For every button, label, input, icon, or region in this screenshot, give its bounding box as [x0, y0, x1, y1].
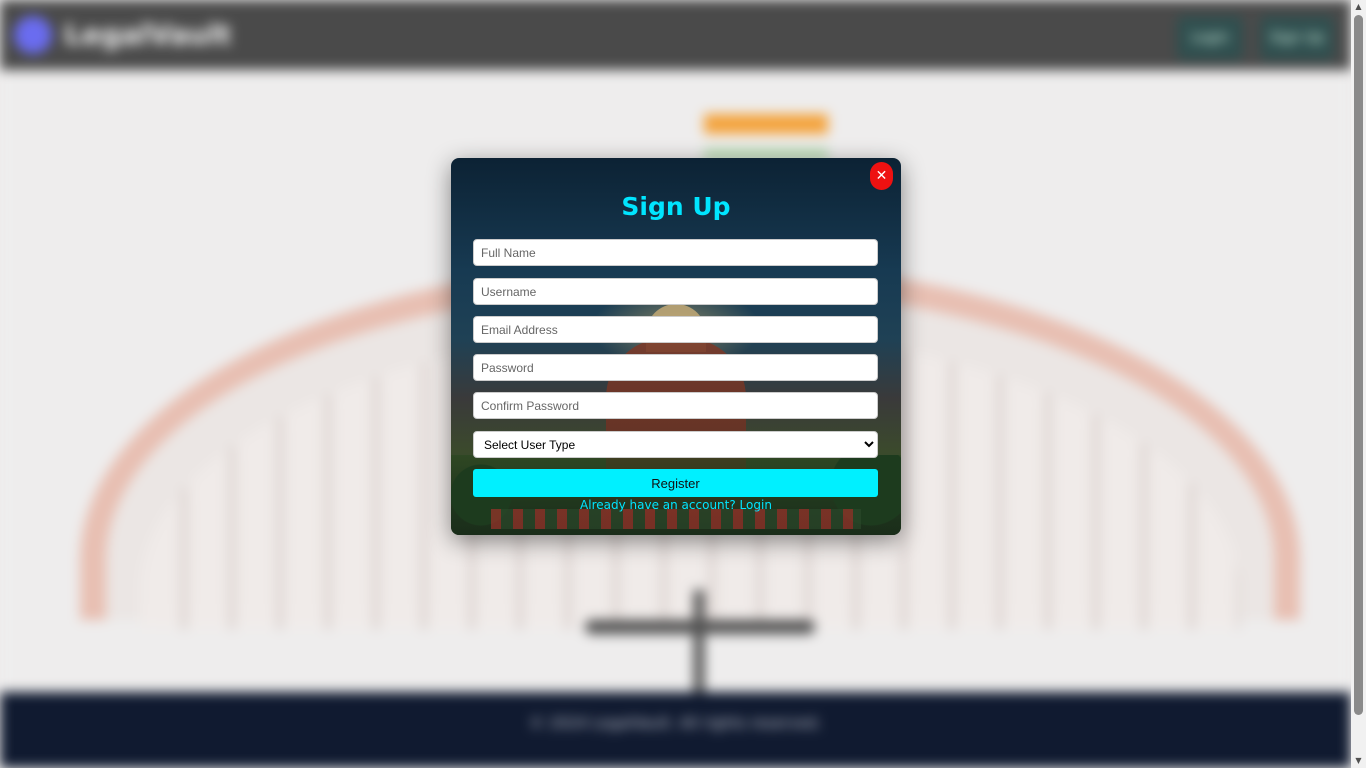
footer: © 2024 LegalVault. All rights reserved.	[0, 692, 1351, 768]
scroll-thumb[interactable]	[1354, 15, 1363, 715]
login-link[interactable]: Already have an account? Login	[451, 498, 901, 512]
password-field[interactable]	[473, 354, 878, 381]
flower-bed-image	[491, 509, 861, 529]
logo-icon	[14, 16, 52, 54]
modal-title: Sign Up	[621, 192, 731, 221]
justice-scale-icon	[585, 620, 815, 634]
navbar: LegalVault Login Sign Up	[0, 0, 1351, 70]
nav-signup-button[interactable]: Sign Up	[1260, 16, 1334, 60]
logo-text: LegalVault	[64, 18, 232, 51]
scroll-down-arrow-icon[interactable]: ▼	[1351, 754, 1366, 768]
flag-stripe	[704, 150, 828, 158]
justice-scale-pole	[694, 590, 704, 700]
nav-login-button[interactable]: Login	[1177, 16, 1243, 60]
user-type-select[interactable]: Select User Type	[473, 431, 878, 458]
register-button[interactable]: Register	[473, 469, 878, 497]
scroll-up-arrow-icon[interactable]: ▲	[1351, 0, 1366, 14]
confirm-password-field[interactable]	[473, 392, 878, 419]
username-field[interactable]	[473, 278, 878, 305]
flag-image	[704, 114, 828, 134]
footer-copyright: © 2024 LegalVault. All rights reserved.	[529, 714, 822, 732]
page-scrollbar[interactable]: ▲ ▼	[1351, 0, 1366, 768]
full-name-field[interactable]	[473, 239, 878, 266]
email-field[interactable]	[473, 316, 878, 343]
close-icon[interactable]: ✕	[870, 162, 893, 190]
